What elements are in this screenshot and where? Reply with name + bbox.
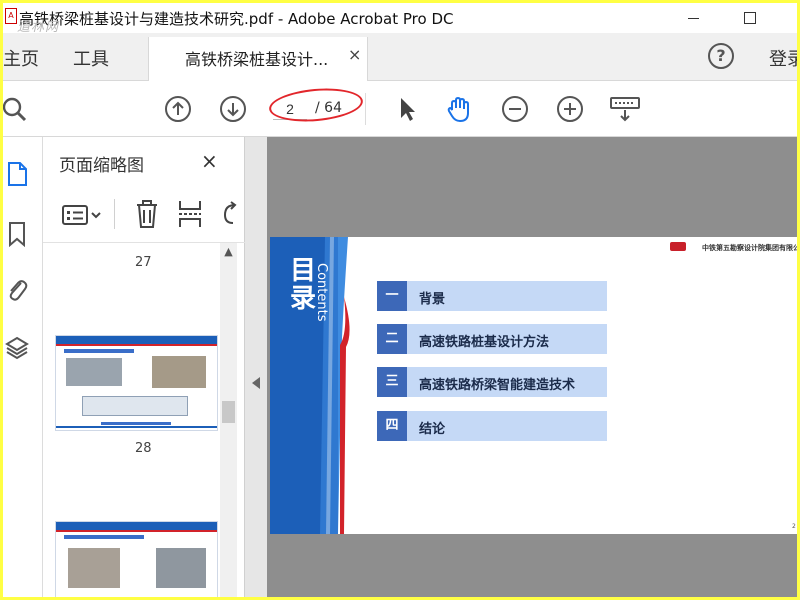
- tab-bar: 主页 工具 高铁桥梁桩基设计... × ? 登录: [3, 33, 797, 81]
- thumbnail-page-number: 27: [135, 255, 152, 270]
- thumbnail-page-29[interactable]: [55, 521, 218, 597]
- left-navigation-rail: [3, 137, 43, 597]
- acrobat-window: A 高铁桥梁桩基设计与建造技术研究.pdf - Adobe Acrobat Pr…: [3, 3, 797, 597]
- toc-item: 二 高速铁路桩基设计方法: [377, 324, 607, 354]
- thumbnail-photo: [66, 358, 122, 386]
- zoom-in-icon[interactable]: [556, 95, 584, 123]
- attachment-icon[interactable]: [5, 277, 29, 303]
- panel-title: 页面缩略图: [59, 156, 144, 176]
- close-panel-button[interactable]: ×: [201, 149, 218, 173]
- select-arrow-icon[interactable]: [393, 95, 421, 123]
- title-bar: A 高铁桥梁桩基设计与建造技术研究.pdf - Adobe Acrobat Pr…: [3, 3, 797, 35]
- thumbnail-header-bar: [56, 336, 217, 344]
- panel-toolbar-divider: [114, 199, 115, 229]
- search-icon[interactable]: [3, 95, 31, 123]
- thumbnail-photo: [156, 548, 206, 588]
- main-toolbar: / 64: [3, 81, 797, 137]
- document-tab-title: 高铁桥梁桩基设计...: [185, 50, 329, 69]
- panel-collapse-strip[interactable]: [245, 137, 267, 597]
- toc-text: 高速铁路桥梁智能建造技术: [419, 378, 576, 393]
- login-button[interactable]: 登录: [769, 45, 797, 71]
- toc-item: 四 结论: [377, 411, 607, 441]
- close-tab-button[interactable]: ×: [348, 45, 361, 64]
- toc-text: 高速铁路桩基设计方法: [419, 335, 550, 350]
- thumbnail-photo: [68, 548, 120, 588]
- scroll-up-arrow[interactable]: ▲: [220, 243, 237, 260]
- toc-number: 四: [377, 411, 407, 441]
- page-thumbnails-panel: 页面缩略图 × 27 28 ▲: [43, 137, 245, 597]
- page-up-icon[interactable]: [164, 95, 192, 123]
- trash-icon[interactable]: [135, 199, 159, 229]
- thumbnail-diagram: [82, 396, 188, 416]
- toc-number: 一: [377, 281, 407, 311]
- page-down-icon[interactable]: [219, 95, 247, 123]
- layers-icon[interactable]: [5, 335, 29, 361]
- collapse-panel-arrow-icon[interactable]: [252, 377, 260, 389]
- toolbar-divider: [365, 93, 366, 125]
- document-view[interactable]: 目录 Contents 中铁第五勘察设计院集团有限公司 一 背景 二 高速铁路桩…: [245, 137, 797, 597]
- toc-number: 三: [377, 367, 407, 397]
- keyboard-icon[interactable]: [609, 95, 641, 123]
- toc-text: 结论: [419, 422, 446, 437]
- panel-toolbar: [43, 185, 245, 243]
- zoom-out-icon[interactable]: [501, 95, 529, 123]
- window-title: 高铁桥梁桩基设计与建造技术研究.pdf - Adobe Acrobat Pro …: [19, 10, 454, 28]
- hand-tool-icon[interactable]: [445, 95, 473, 123]
- toc-item: 三 高速铁路桥梁智能建造技术: [377, 367, 607, 397]
- page-thumbnails-icon[interactable]: [5, 161, 29, 187]
- minimize-button[interactable]: [680, 6, 706, 30]
- thumbnail-red-line: [56, 530, 217, 532]
- page-number-input[interactable]: [273, 98, 307, 120]
- pdf-file-icon: A: [5, 8, 17, 24]
- thumbnail-options-icon[interactable]: [61, 203, 103, 227]
- company-name: 中铁第五勘察设计院集团有限公司: [702, 244, 797, 252]
- maximize-button[interactable]: [736, 6, 762, 30]
- thumbnail-red-line: [56, 344, 217, 346]
- thumbnail-photo: [152, 356, 206, 388]
- thumbnail-page-28[interactable]: [55, 335, 218, 431]
- thumbnail-caption-line: [64, 535, 144, 539]
- slide-page-2: 目录 Contents 中铁第五勘察设计院集团有限公司 一 背景 二 高速铁路桩…: [270, 237, 797, 534]
- bookmark-icon[interactable]: [5, 221, 29, 247]
- thumbnail-page-number: 28: [135, 441, 152, 456]
- document-tab[interactable]: 高铁桥梁桩基设计... ×: [148, 37, 368, 81]
- help-icon[interactable]: ?: [708, 43, 734, 69]
- scrollbar-thumb[interactable]: [222, 401, 235, 423]
- thumbnail-list[interactable]: 27 28: [43, 243, 245, 597]
- slide-page-number: 2: [792, 523, 796, 530]
- insert-page-icon[interactable]: [177, 199, 203, 229]
- tab-home[interactable]: 主页: [3, 45, 39, 71]
- rotate-page-icon[interactable]: [219, 201, 239, 227]
- thumbnail-scrollbar[interactable]: ▲: [220, 243, 237, 597]
- slide-subtitle: Contents: [314, 263, 329, 322]
- toc-text: 背景: [419, 292, 446, 307]
- page-total-label: / 64: [315, 100, 342, 116]
- thumbnail-caption-line: [64, 349, 134, 353]
- thumbnail-footer-bar: [56, 426, 217, 428]
- toc-number: 二: [377, 324, 407, 354]
- thumbnail-header-bar: [56, 522, 217, 530]
- thumbnail-caption-line: [101, 422, 171, 425]
- tab-tools[interactable]: 工具: [73, 45, 109, 71]
- toc-item: 一 背景: [377, 281, 607, 311]
- company-logo: [670, 242, 686, 251]
